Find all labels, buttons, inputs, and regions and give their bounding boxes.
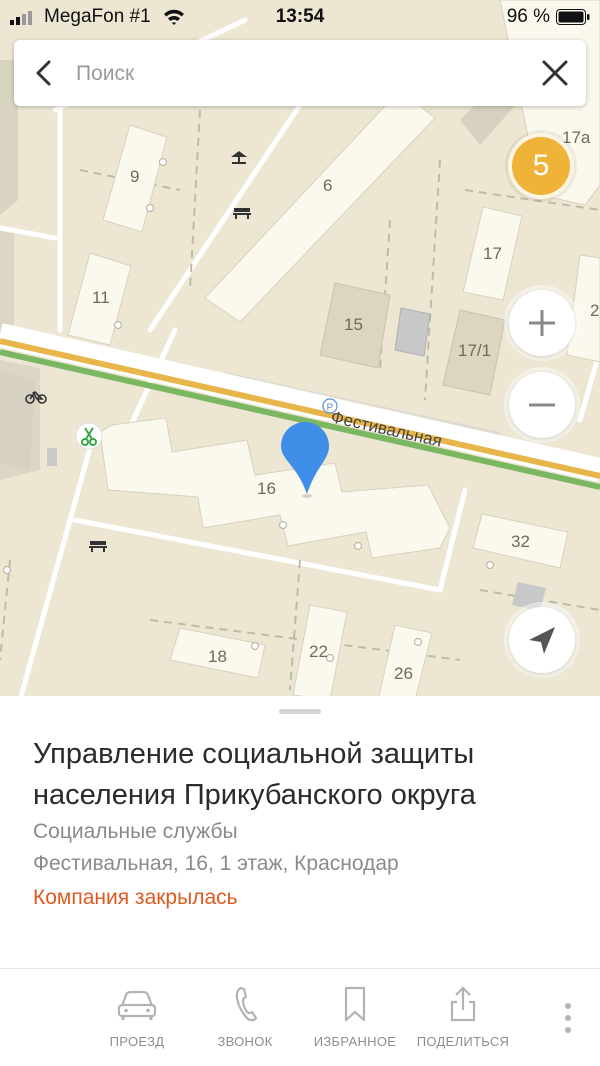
building-number-9: 9: [130, 167, 139, 186]
scissors-poi-icon[interactable]: [75, 422, 103, 450]
building-number-26: 26: [394, 664, 413, 683]
favorite-button[interactable]: ИЗБРАННОЕ: [300, 984, 410, 1059]
zoom-out-button[interactable]: [509, 372, 575, 438]
building-number-17: 17: [483, 244, 502, 263]
minus-icon: [529, 403, 555, 407]
search-input[interactable]: [74, 52, 518, 96]
call-button[interactable]: ЗВОНОК: [190, 984, 300, 1059]
building-number-18: 18: [208, 647, 227, 666]
back-arrow-icon[interactable]: [30, 58, 60, 88]
close-icon[interactable]: [540, 58, 570, 88]
parking-icon: P: [322, 398, 338, 414]
building-number-32: 32: [511, 532, 530, 551]
building-number-16: 16: [257, 479, 276, 498]
battery-percent: 96 %: [506, 6, 550, 27]
place-address: Фестивальная, 16, 1 этаж, Краснодар: [33, 852, 399, 875]
cluster-count-badge[interactable]: 5: [508, 133, 574, 199]
actions-divider: [0, 968, 600, 969]
building-number-6: 6: [323, 176, 332, 195]
svg-text:P: P: [327, 403, 334, 414]
building-number-2: 2: [590, 301, 599, 320]
bookmark-icon: [344, 986, 366, 1022]
status-bar: MegaFon #1 13:54 96 %: [0, 0, 600, 36]
building-number-11: 11: [92, 288, 110, 307]
building-number-15: 15: [344, 315, 363, 334]
more-options-icon[interactable]: [556, 998, 580, 1038]
route-button[interactable]: ПРОЕЗД: [82, 984, 192, 1059]
my-location-button[interactable]: [509, 607, 575, 673]
place-title: Управление социальной защиты населения П…: [33, 738, 476, 811]
navigation-arrow-icon: [529, 627, 555, 654]
call-label: ЗВОНОК: [217, 1034, 273, 1049]
place-category: Социальные службы: [33, 820, 238, 843]
share-icon: [450, 986, 476, 1022]
share-label: ПОДЕЛИТЬСЯ: [416, 1034, 510, 1049]
building-number-17-1: 17/1: [458, 341, 491, 360]
battery-icon: [556, 9, 590, 25]
place-status: Компания закрылась: [33, 886, 238, 909]
sheet-grabber[interactable]: [279, 709, 321, 714]
favorite-label: ИЗБРАННОЕ: [313, 1034, 397, 1049]
search-bar: [14, 40, 586, 106]
share-button[interactable]: ПОДЕЛИТЬСЯ: [408, 984, 518, 1059]
place-card-sheet: Управление социальной защиты населения П…: [0, 696, 600, 1066]
building-number-22: 22: [309, 642, 328, 661]
car-icon: [117, 990, 157, 1020]
route-label: ПРОЕЗД: [109, 1034, 165, 1049]
phone-icon: [235, 986, 258, 1022]
zoom-in-button[interactable]: [509, 290, 575, 356]
plus-icon: [529, 310, 555, 336]
action-bar: ПРОЕЗД ЗВОНОК ИЗБРАННОЕ ПОДЕЛИТЬСЯ: [0, 976, 600, 1066]
